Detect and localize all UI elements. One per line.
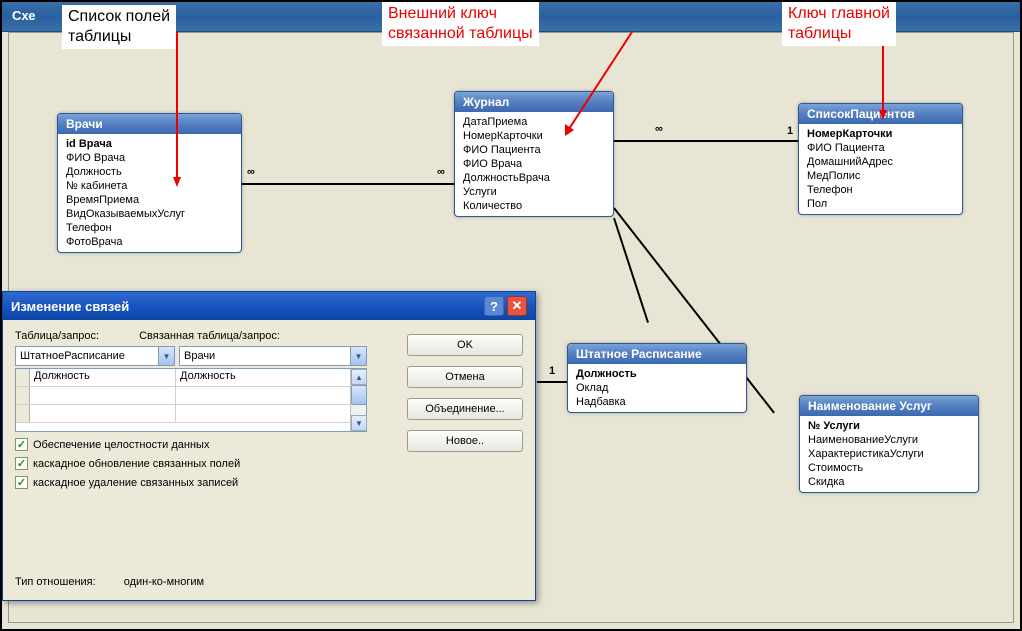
field[interactable]: ХарактеристикаУслуги (800, 447, 978, 461)
field[interactable]: Стоимость (800, 461, 978, 475)
grid-cell-left[interactable]: Должность (30, 369, 176, 386)
field[interactable]: id Врача (58, 137, 241, 151)
table-shtatnoe[interactable]: Штатное Расписание Должность Оклад Надба… (567, 343, 747, 413)
dialog-title: Изменение связей (11, 299, 129, 314)
field[interactable]: ФИО Пациента (455, 143, 613, 157)
cancel-button[interactable]: Отмена (407, 366, 523, 388)
field[interactable]: Телефон (799, 183, 962, 197)
checkbox-icon[interactable]: ✓ (15, 438, 28, 451)
field[interactable]: Услуги (455, 185, 613, 199)
field[interactable]: Должность (58, 165, 241, 179)
field[interactable]: ВремяПриема (58, 193, 241, 207)
ok-button[interactable]: OK (407, 334, 523, 356)
close-button[interactable]: ✕ (507, 296, 527, 316)
relation-type-value: один-ко-многим (124, 576, 204, 588)
field[interactable]: ДомашнийАдрес (799, 155, 962, 169)
field[interactable]: № кабинета (58, 179, 241, 193)
field[interactable]: Оклад (568, 381, 746, 395)
checkbox-cascade-delete[interactable]: ✓ каскадное удаление связанных записей (15, 476, 523, 489)
scrollbar[interactable]: ▲ ▼ (350, 369, 366, 431)
table-title[interactable]: Наименование Услуг (800, 396, 978, 416)
table-title[interactable]: Врачи (58, 114, 241, 134)
checkbox-icon[interactable]: ✓ (15, 457, 28, 470)
field[interactable]: ДолжностьВрача (455, 171, 613, 185)
table-title[interactable]: Штатное Расписание (568, 344, 746, 364)
rel-symbol: 1 (549, 365, 555, 377)
field[interactable]: ФотоВрача (58, 235, 241, 249)
field[interactable]: ФИО Пациента (799, 141, 962, 155)
table-naimenovanie-uslug[interactable]: Наименование Услуг № Услуги Наименование… (799, 395, 979, 493)
rel-symbol: ∞ (655, 123, 663, 135)
edit-relationships-dialog: Изменение связей ? ✕ Таблица/запрос: Свя… (2, 291, 536, 601)
field[interactable]: № Услуги (800, 419, 978, 433)
relation-type-label: Тип отношения: (15, 576, 96, 588)
combo-related-table[interactable]: Врачи▼ (179, 346, 367, 366)
field[interactable]: НаименованиеУслуги (800, 433, 978, 447)
field[interactable]: Телефон (58, 221, 241, 235)
help-button[interactable]: ? (484, 296, 504, 316)
grid-cell-right[interactable]: Должность (176, 369, 366, 386)
rel-symbol: 1 (787, 125, 793, 137)
field[interactable]: Скидка (800, 475, 978, 489)
row-header[interactable] (16, 369, 30, 386)
field[interactable]: Количество (455, 199, 613, 213)
rel-symbol: ∞ (437, 166, 445, 178)
join-type-button[interactable]: Объединение... (407, 398, 523, 420)
chevron-down-icon[interactable]: ▼ (158, 347, 174, 365)
label-table-query: Таблица/запрос: (15, 330, 99, 342)
field[interactable]: ФИО Врача (455, 157, 613, 171)
arrow-icon (562, 32, 642, 142)
scroll-down-icon[interactable]: ▼ (351, 415, 367, 431)
field[interactable]: ФИО Врача (58, 151, 241, 165)
create-new-button[interactable]: Новое.. (407, 430, 523, 452)
annotation-primary-key: Ключ главной таблицы (782, 2, 896, 46)
label-related-table: Связанная таблица/запрос: (139, 330, 280, 342)
table-vrachi[interactable]: Врачи id Врача ФИО Врача Должность № каб… (57, 113, 242, 253)
checkbox-cascade-update[interactable]: ✓ каскадное обновление связанных полей (15, 457, 523, 470)
field[interactable]: Надбавка (568, 395, 746, 409)
arrow-icon (172, 32, 182, 192)
scroll-up-icon[interactable]: ▲ (351, 369, 367, 385)
annotation-foreign-key: Внешний ключ связанной таблицы (382, 2, 539, 46)
annotation-field-list: Список полей таблицы (62, 5, 176, 49)
combo-table[interactable]: ШтатноеРасписание▼ (15, 346, 175, 366)
scroll-thumb[interactable] (351, 385, 367, 405)
rel-symbol: ∞ (247, 166, 255, 178)
chevron-down-icon[interactable]: ▼ (350, 347, 366, 365)
field[interactable]: ВидОказываемыхУслуг (58, 207, 241, 221)
field-mapping-grid[interactable]: Должность Должность ▲ ▼ (15, 368, 367, 432)
field[interactable]: НомерКарточки (799, 127, 962, 141)
field[interactable]: Должность (568, 367, 746, 381)
checkbox-icon[interactable]: ✓ (15, 476, 28, 489)
dialog-titlebar[interactable]: Изменение связей ? ✕ (3, 292, 535, 320)
field[interactable]: Пол (799, 197, 962, 211)
field[interactable]: МедПолис (799, 169, 962, 183)
